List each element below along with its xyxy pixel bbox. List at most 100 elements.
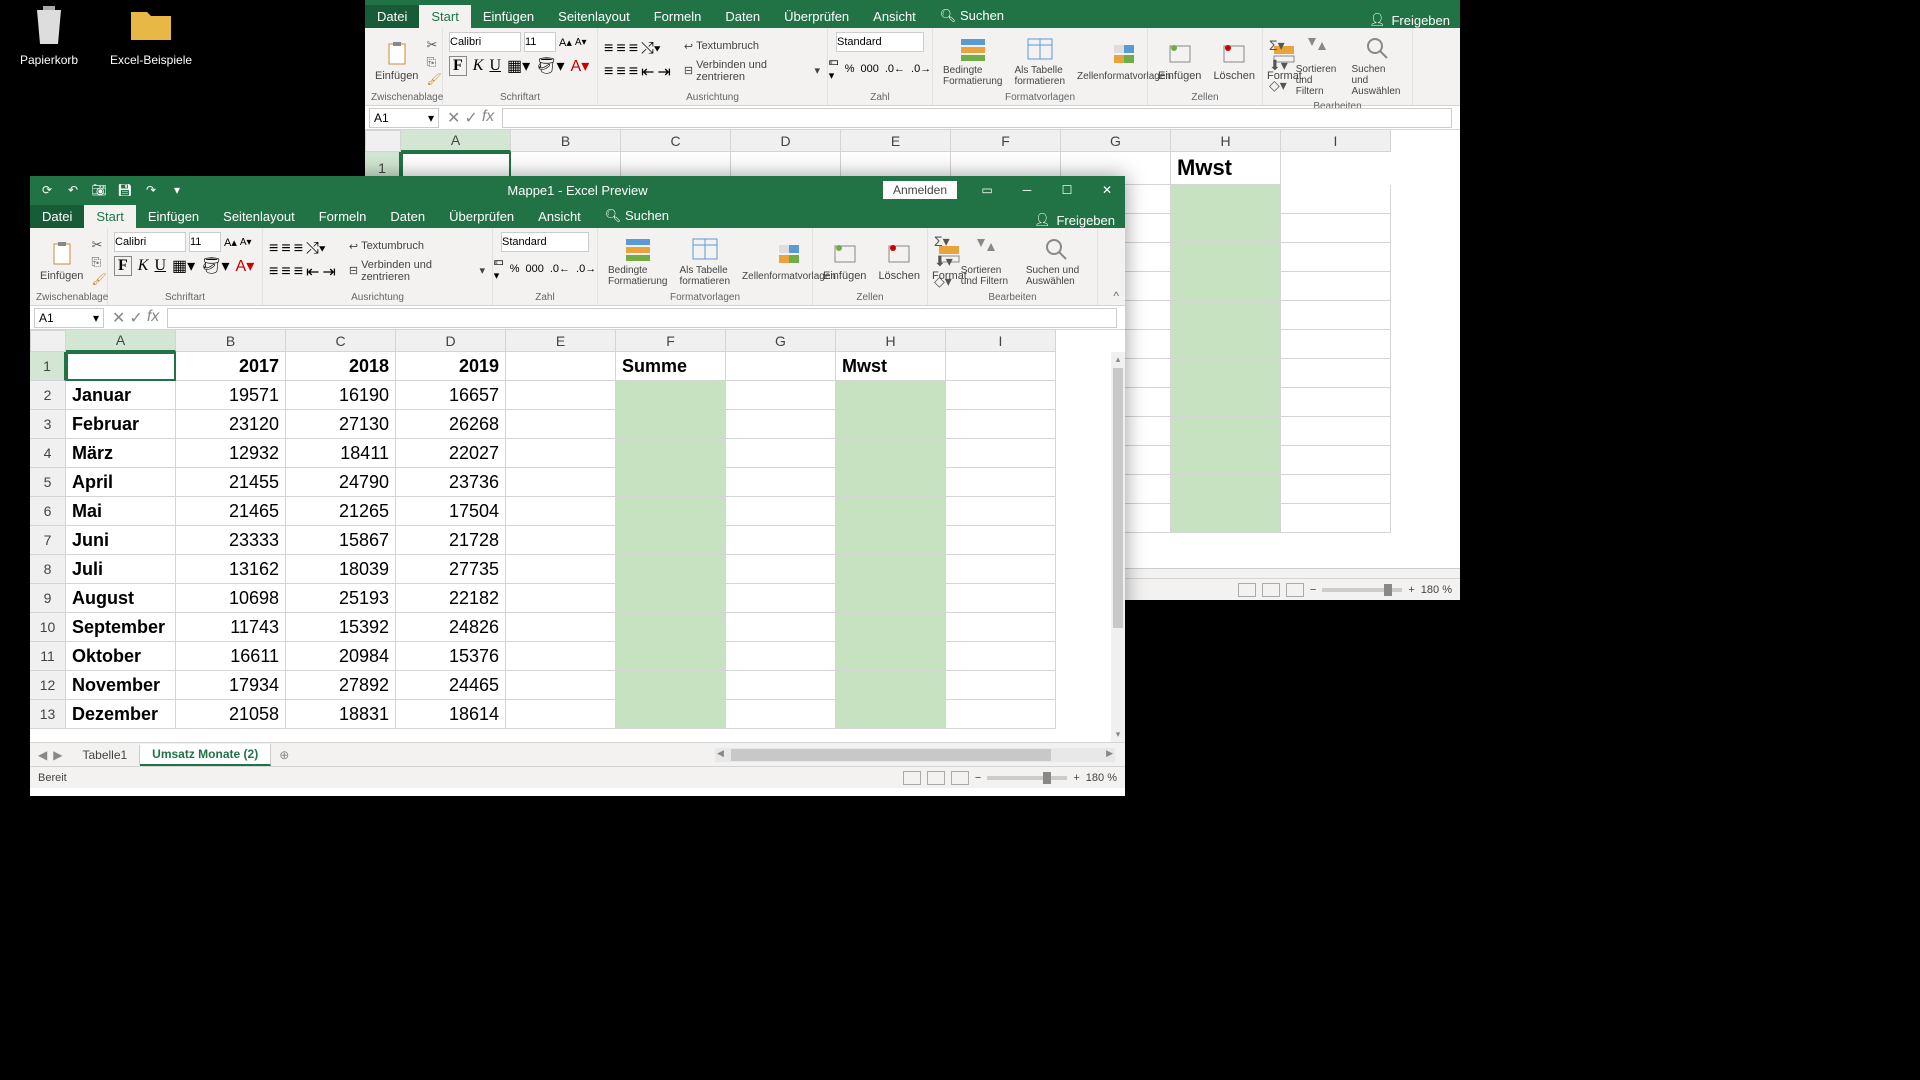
conditional-format-button[interactable]: Bedingte Formatierung [939,33,1006,89]
cell-G1[interactable] [726,352,836,381]
back-tab-ansicht[interactable]: Ansicht [861,5,928,28]
cell-I8[interactable] [946,555,1056,584]
fx-icon[interactable]: fx [147,308,159,328]
back-zoom-label[interactable]: 180 % [1421,584,1452,596]
insert-cells-button[interactable]: Einfügen [819,238,870,284]
cell-E10[interactable] [506,613,616,642]
cell-G11[interactable] [726,642,836,671]
cell-G7[interactable] [726,526,836,555]
add-sheet-button[interactable]: ⊕ [271,748,297,762]
align-l-icon[interactable]: ≡ [269,263,278,281]
minimize-button[interactable]: ─ [1009,178,1045,202]
cell-I9[interactable] [946,584,1056,613]
cell-H13[interactable] [836,700,946,729]
cell-F11[interactable] [616,642,726,671]
cell-D13[interactable]: 18614 [396,700,506,729]
col-A[interactable]: A [66,330,176,352]
sort-filter-button[interactable]: Sortieren und Filtern [957,233,1018,289]
cell-D6[interactable]: 17504 [396,497,506,526]
align-r-icon[interactable]: ≡ [629,63,638,81]
cell-F3[interactable] [616,410,726,439]
cell-G2[interactable] [726,381,836,410]
back-cell-H3[interactable] [1171,214,1281,243]
cell-G12[interactable] [726,671,836,700]
decimal-dec-icon[interactable]: .0→ [911,63,931,75]
cell-H1[interactable]: Mwst [836,352,946,381]
select-all[interactable] [30,330,66,352]
back-col-C[interactable]: C [621,130,731,152]
cell-D10[interactable]: 24826 [396,613,506,642]
cell-I1[interactable] [946,352,1056,381]
align-tc-icon[interactable]: ≡ [281,240,290,258]
col-E[interactable]: E [506,330,616,352]
back-tab-daten[interactable]: Daten [713,5,772,28]
cell-E11[interactable] [506,642,616,671]
number-format-select[interactable] [501,232,589,252]
back-cell-H13[interactable] [1171,504,1281,533]
decimal-inc-icon[interactable]: .0← [885,63,905,75]
cell-H4[interactable] [836,439,946,468]
cell-C5[interactable]: 24790 [286,468,396,497]
fx-accept-icon[interactable]: ✓ [129,308,142,328]
row-8[interactable]: 8 [30,555,66,584]
cell-F10[interactable] [616,613,726,642]
indent-inc-icon[interactable]: ⇥ [657,62,670,82]
cell-G4[interactable] [726,439,836,468]
cell-D1[interactable]: 2019 [396,352,506,381]
cell-F6[interactable] [616,497,726,526]
cell-E3[interactable] [506,410,616,439]
row-10[interactable]: 10 [30,613,66,642]
fill-icon[interactable]: ⬇▾ [934,253,953,270]
cell-A9[interactable]: August [66,584,176,613]
col-H[interactable]: H [836,330,946,352]
cell-F2[interactable] [616,381,726,410]
back-zoom-out-icon[interactable]: − [1310,584,1316,596]
tab-suchen[interactable]: 🔍︎ Suchen [593,204,681,228]
cell-C12[interactable]: 27892 [286,671,396,700]
signin-button[interactable]: Anmelden [883,181,957,199]
back-tab-ueberpruefen[interactable]: Überprüfen [772,5,861,28]
fx-cancel-icon[interactable]: ✕ [112,308,125,328]
cell-B8[interactable]: 13162 [176,555,286,584]
clear-icon[interactable]: ◇▾ [934,273,953,290]
col-B[interactable]: B [176,330,286,352]
tab-seitenlayout[interactable]: Seitenlayout [211,205,307,228]
insert-cells-button[interactable]: Einfügen [1154,38,1205,84]
row-5[interactable]: 5 [30,468,66,497]
back-col-E[interactable]: E [841,130,951,152]
row-9[interactable]: 9 [30,584,66,613]
cell-D5[interactable]: 23736 [396,468,506,497]
decimal-dec-icon[interactable]: .0→ [576,263,596,275]
cell-E12[interactable] [506,671,616,700]
fx-icon[interactable]: fx [482,108,494,128]
undo-icon[interactable]: ↶ [66,183,80,197]
row-7[interactable]: 7 [30,526,66,555]
cell-I2[interactable] [946,381,1056,410]
cell-F5[interactable] [616,468,726,497]
cell-E1[interactable] [506,352,616,381]
cell-I7[interactable] [946,526,1056,555]
back-cell-H1[interactable]: Mwst [1171,152,1281,185]
col-I[interactable]: I [946,330,1056,352]
cell-F1[interactable]: Summe [616,352,726,381]
orientation-icon[interactable]: ⤭▾ [641,40,661,58]
cell-I10[interactable] [946,613,1056,642]
col-G[interactable]: G [726,330,836,352]
col-D[interactable]: D [396,330,506,352]
align-tl-icon[interactable]: ≡ [604,40,613,58]
cell-A7[interactable]: Juni [66,526,176,555]
align-r-icon[interactable]: ≡ [294,263,303,281]
cell-I3[interactable] [946,410,1056,439]
cell-F8[interactable] [616,555,726,584]
clear-icon[interactable]: ◇▾ [1269,77,1288,94]
cell-E2[interactable] [506,381,616,410]
col-C[interactable]: C [286,330,396,352]
back-cell-H8[interactable] [1171,359,1281,388]
back-tab-suchen[interactable]: 🔍︎ Suchen [928,4,1016,28]
cell-H10[interactable] [836,613,946,642]
decimal-inc-icon[interactable]: .0← [550,263,570,275]
align-tr-icon[interactable]: ≡ [294,240,303,258]
autosave-icon[interactable]: ⟳ [40,183,54,197]
cell-E9[interactable] [506,584,616,613]
tab-formeln[interactable]: Formeln [307,205,379,228]
